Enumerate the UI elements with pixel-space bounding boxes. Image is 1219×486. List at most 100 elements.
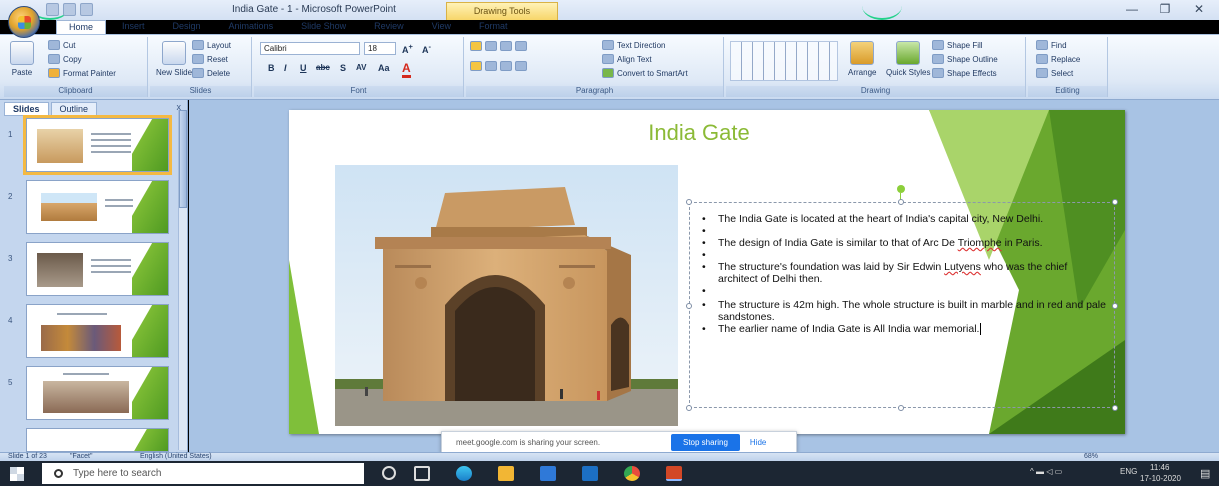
resize-handle[interactable] bbox=[1112, 303, 1118, 309]
resize-handle[interactable] bbox=[1112, 199, 1118, 205]
cut-button[interactable]: Cut bbox=[48, 40, 75, 50]
reset-icon bbox=[192, 54, 204, 64]
clock-time[interactable]: 11:46 bbox=[1150, 463, 1169, 472]
italic-button[interactable]: I bbox=[284, 63, 287, 73]
format-painter-button[interactable]: Format Painter bbox=[48, 68, 116, 78]
tab-slide-show[interactable]: Slide Show bbox=[289, 20, 358, 34]
spacing-button[interactable]: AV bbox=[356, 63, 367, 72]
slide-thumbnail[interactable] bbox=[26, 180, 169, 234]
copy-button[interactable]: Copy bbox=[48, 54, 82, 64]
language-tray[interactable]: ENG bbox=[1120, 467, 1137, 476]
reset-button[interactable]: Reset bbox=[192, 54, 228, 64]
content-textbox[interactable]: The India Gate is located at the heart o… bbox=[686, 185, 1118, 411]
layout-icon bbox=[192, 40, 204, 50]
shape-fill-button[interactable]: Shape Fill bbox=[932, 40, 983, 50]
slide-thumbnail[interactable] bbox=[26, 366, 169, 420]
resize-handle[interactable] bbox=[686, 303, 692, 309]
underline-button[interactable]: U bbox=[300, 63, 307, 73]
find-button[interactable]: Find bbox=[1036, 40, 1067, 50]
hide-button[interactable]: Hide bbox=[750, 438, 766, 447]
shapes-gallery[interactable] bbox=[730, 41, 838, 81]
slide-thumbnail[interactable] bbox=[26, 242, 169, 296]
alignment-buttons[interactable] bbox=[470, 61, 527, 71]
maximize-button[interactable]: ❐ bbox=[1150, 2, 1180, 16]
office-button[interactable] bbox=[8, 6, 40, 38]
bullets-button[interactable] bbox=[470, 41, 527, 51]
font-size-box[interactable]: 18 bbox=[364, 42, 396, 55]
clock-date[interactable]: 17-10-2020 bbox=[1140, 474, 1181, 483]
india-gate-photo[interactable] bbox=[335, 165, 678, 426]
select-button[interactable]: Select bbox=[1036, 68, 1073, 78]
arrange-button[interactable]: Arrange bbox=[848, 41, 876, 77]
slide-thumbnail[interactable] bbox=[26, 428, 169, 452]
strikethrough-button[interactable]: abc bbox=[316, 63, 330, 72]
text-direction-button[interactable]: Text Direction bbox=[602, 40, 665, 50]
redo-icon[interactable] bbox=[80, 3, 93, 16]
tab-review[interactable]: Review bbox=[362, 20, 416, 34]
bullet-item: The design of India Gate is similar to t… bbox=[700, 237, 1108, 249]
slide-number: 1 bbox=[8, 130, 13, 139]
change-case-button[interactable]: Aa bbox=[378, 63, 390, 73]
slides-group: New Slide Layout Reset Delete Slides bbox=[150, 37, 252, 97]
notifications-icon[interactable]: ▤ bbox=[1200, 467, 1210, 480]
chrome-icon[interactable] bbox=[624, 466, 640, 481]
store-icon[interactable] bbox=[540, 466, 556, 481]
tab-slides[interactable]: Slides bbox=[4, 102, 49, 116]
cursor-icon bbox=[1036, 68, 1048, 78]
delete-slide-button[interactable]: Delete bbox=[192, 68, 230, 78]
tab-animations[interactable]: Animations bbox=[217, 20, 286, 34]
new-slide-button[interactable]: New Slide bbox=[156, 41, 192, 77]
resize-handle[interactable] bbox=[686, 405, 692, 411]
resize-handle[interactable] bbox=[898, 199, 904, 205]
file-explorer-icon[interactable] bbox=[498, 466, 514, 481]
shape-effects-button[interactable]: Shape Effects bbox=[932, 68, 997, 78]
convert-smartart-button[interactable]: Convert to SmartArt bbox=[602, 68, 688, 78]
powerpoint-taskbar-icon[interactable] bbox=[666, 466, 682, 481]
drawing-tools-tab[interactable]: Drawing Tools bbox=[446, 2, 558, 20]
grow-font-icon[interactable]: A+ bbox=[402, 42, 413, 55]
resize-handle[interactable] bbox=[686, 199, 692, 205]
tab-format[interactable]: Format bbox=[467, 20, 520, 34]
edge-icon[interactable] bbox=[456, 466, 472, 481]
tab-outline[interactable]: Outline bbox=[50, 102, 98, 116]
align-text-icon bbox=[602, 54, 614, 64]
quick-styles-button[interactable]: Quick Styles bbox=[886, 41, 930, 77]
stop-sharing-button[interactable]: Stop sharing bbox=[671, 433, 740, 451]
align-text-button[interactable]: Align Text bbox=[602, 54, 652, 64]
paste-button[interactable]: Paste bbox=[10, 41, 34, 77]
tab-home[interactable]: Home bbox=[56, 20, 107, 34]
slide-canvas[interactable]: India Gate • The India Gate is located a… bbox=[289, 110, 1125, 434]
zoom-level[interactable]: 68% bbox=[1084, 453, 1098, 460]
bold-button[interactable]: B bbox=[268, 63, 275, 73]
tab-view[interactable]: View bbox=[420, 20, 463, 34]
system-tray-icons[interactable]: ^ ▬ ◁ ▭ bbox=[1030, 467, 1062, 476]
font-color-button[interactable]: A bbox=[402, 61, 411, 78]
layout-button[interactable]: Layout bbox=[192, 40, 231, 50]
replace-button[interactable]: Replace bbox=[1036, 54, 1080, 64]
resize-handle[interactable] bbox=[1112, 405, 1118, 411]
tab-insert[interactable]: Insert bbox=[110, 20, 157, 34]
tab-design[interactable]: Design bbox=[161, 20, 213, 34]
slide-title[interactable]: India Gate bbox=[489, 120, 909, 146]
bullet-list[interactable]: The India Gate is located at the heart o… bbox=[700, 213, 1108, 335]
windows-start-icon[interactable] bbox=[10, 467, 24, 481]
minimize-button[interactable]: — bbox=[1117, 2, 1147, 16]
save-icon[interactable] bbox=[46, 3, 59, 16]
mail-icon[interactable] bbox=[582, 466, 598, 481]
shrink-font-icon[interactable]: A- bbox=[422, 42, 431, 55]
slide-thumbnail[interactable] bbox=[23, 115, 172, 175]
font-name-box[interactable]: Calibri bbox=[260, 42, 360, 55]
close-button[interactable]: ✕ bbox=[1184, 2, 1214, 16]
undo-icon[interactable] bbox=[63, 3, 76, 16]
slide-thumbnail[interactable] bbox=[26, 304, 169, 358]
language-indicator[interactable]: English (United States) bbox=[140, 453, 212, 460]
thumbnails-scrollbar[interactable] bbox=[178, 110, 187, 450]
cortana-icon[interactable] bbox=[382, 466, 396, 480]
resize-handle[interactable] bbox=[898, 405, 904, 411]
taskbar-search[interactable]: Type here to search bbox=[42, 463, 364, 484]
shadow-button[interactable]: S bbox=[340, 63, 346, 73]
task-view-icon[interactable] bbox=[414, 466, 430, 481]
shape-outline-button[interactable]: Shape Outline bbox=[932, 54, 998, 64]
scrollbar-thumb[interactable] bbox=[179, 110, 187, 208]
rotation-handle[interactable] bbox=[897, 185, 905, 203]
